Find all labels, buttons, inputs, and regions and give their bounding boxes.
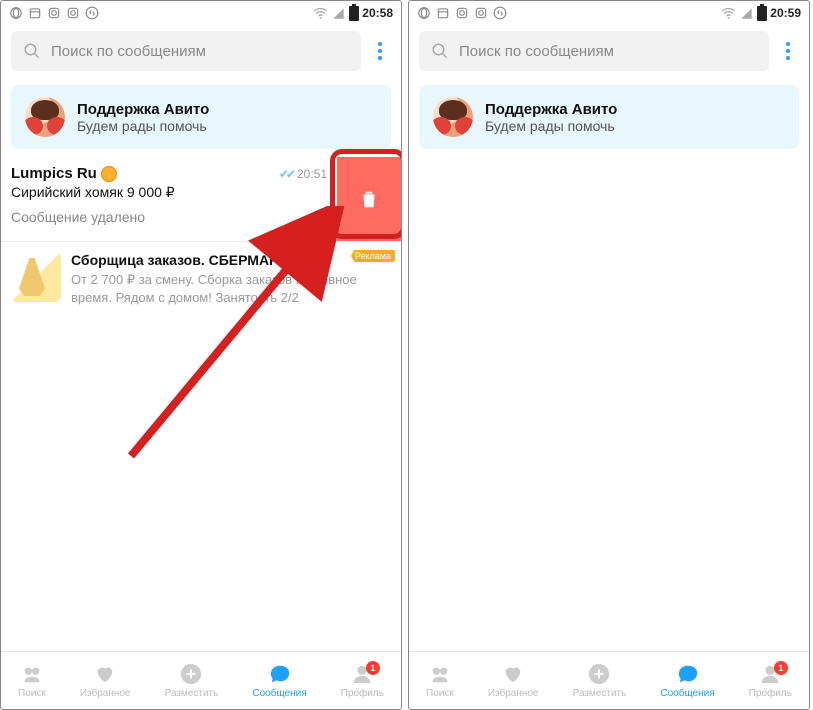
clock: 20:58	[362, 6, 393, 20]
nav-search[interactable]: Поиск	[426, 663, 454, 699]
nav-search[interactable]: Поиск	[18, 663, 46, 699]
instagram-icon	[455, 6, 469, 20]
search-input[interactable]: Поиск по сообщениям	[11, 31, 361, 71]
trash-icon	[358, 188, 380, 210]
ad-title: Сборщица заказов. СБЕРМАРКЕТ	[71, 252, 391, 268]
nav-messages[interactable]: Сообщения	[660, 663, 714, 699]
delete-button[interactable]	[337, 157, 401, 241]
search-placeholder: Поиск по сообщениям	[51, 43, 206, 60]
wifi-icon	[313, 7, 328, 20]
nav-badge: 1	[366, 661, 380, 675]
chat-icon	[269, 663, 291, 685]
calendar-icon	[28, 6, 42, 20]
chat-time: ✔✔20:51	[279, 167, 327, 181]
plus-circle-icon	[588, 663, 610, 685]
instagram-icon	[474, 6, 488, 20]
nav-search-icon	[21, 663, 43, 685]
status-right: 20:58	[313, 6, 393, 21]
search-placeholder: Поиск по сообщениям	[459, 43, 614, 60]
instagram-icon	[66, 6, 80, 20]
nav-favorites[interactable]: Избранное	[80, 663, 131, 699]
nav-badge: 1	[774, 661, 788, 675]
nav-messages[interactable]: Сообщения	[252, 663, 306, 699]
bottom-nav: Поиск Избранное Разместить Сообщения 1 П…	[409, 651, 809, 709]
search-row: Поиск по сообщениям	[409, 25, 809, 77]
chat-item-swiped[interactable]: Lumpics Ru ✔✔20:51 Сирийский хомяк 9 000…	[1, 157, 401, 241]
signal-icon	[739, 7, 754, 20]
phone-left: 20:58 Поиск по сообщениям Поддержка Авит…	[0, 0, 402, 710]
nav-post[interactable]: Разместить	[573, 663, 627, 699]
opera-icon	[417, 6, 431, 20]
support-card[interactable]: Поддержка Авито Будем рады помочь	[11, 85, 391, 149]
battery-icon	[757, 6, 767, 21]
shazam-icon	[493, 6, 507, 20]
support-subtitle: Будем рады помочь	[485, 118, 617, 134]
support-avatar	[433, 97, 473, 137]
support-title: Поддержка Авито	[485, 101, 617, 118]
ad-body: От 2 700 ₽ за смену. Сборка заказов в дн…	[71, 271, 391, 306]
chat-last-message: Сообщение удалено	[11, 209, 327, 231]
battery-icon	[349, 6, 359, 21]
nav-search-icon	[429, 663, 451, 685]
clock: 20:59	[770, 6, 801, 20]
more-menu-button[interactable]	[777, 42, 799, 60]
plus-circle-icon	[180, 663, 202, 685]
status-left-icons	[417, 6, 507, 20]
support-card[interactable]: Поддержка Авито Будем рады помочь	[419, 85, 799, 149]
phone-right: 20:59 Поиск по сообщениям Поддержка Авит…	[408, 0, 810, 710]
instagram-icon	[47, 6, 61, 20]
status-bar: 20:59	[409, 1, 809, 25]
ad-thumbnail	[11, 252, 61, 302]
orange-emoji-icon	[101, 166, 117, 182]
nav-post[interactable]: Разместить	[165, 663, 219, 699]
support-title: Поддержка Авито	[77, 101, 209, 118]
signal-icon	[331, 7, 346, 20]
chat-icon	[677, 663, 699, 685]
chat-name: Lumpics Ru	[11, 165, 117, 182]
status-right: 20:59	[721, 6, 801, 21]
heart-icon	[502, 663, 524, 685]
nav-profile[interactable]: 1 Профиль	[341, 663, 384, 699]
opera-icon	[9, 6, 23, 20]
support-subtitle: Будем рады помочь	[77, 118, 209, 134]
more-menu-button[interactable]	[369, 42, 391, 60]
wifi-icon	[721, 7, 736, 20]
heart-icon	[94, 663, 116, 685]
search-input[interactable]: Поиск по сообщениям	[419, 31, 769, 71]
calendar-icon	[436, 6, 450, 20]
search-row: Поиск по сообщениям	[1, 25, 401, 77]
read-check-icon: ✔✔	[279, 167, 293, 181]
support-avatar	[25, 97, 65, 137]
shazam-icon	[85, 6, 99, 20]
search-icon	[23, 42, 41, 60]
nav-favorites[interactable]: Избранное	[488, 663, 539, 699]
status-bar: 20:58	[1, 1, 401, 25]
chat-subtitle: Сирийский хомяк 9 000 ₽	[11, 184, 327, 201]
nav-profile[interactable]: 1 Профиль	[749, 663, 792, 699]
bottom-nav: Поиск Избранное Разместить Сообщения 1 П…	[1, 651, 401, 709]
ad-item[interactable]: Сборщица заказов. СБЕРМАРКЕТ От 2 700 ₽ …	[1, 241, 401, 316]
ad-badge: Реклама	[351, 250, 395, 262]
search-icon	[431, 42, 449, 60]
status-left-icons	[9, 6, 99, 20]
